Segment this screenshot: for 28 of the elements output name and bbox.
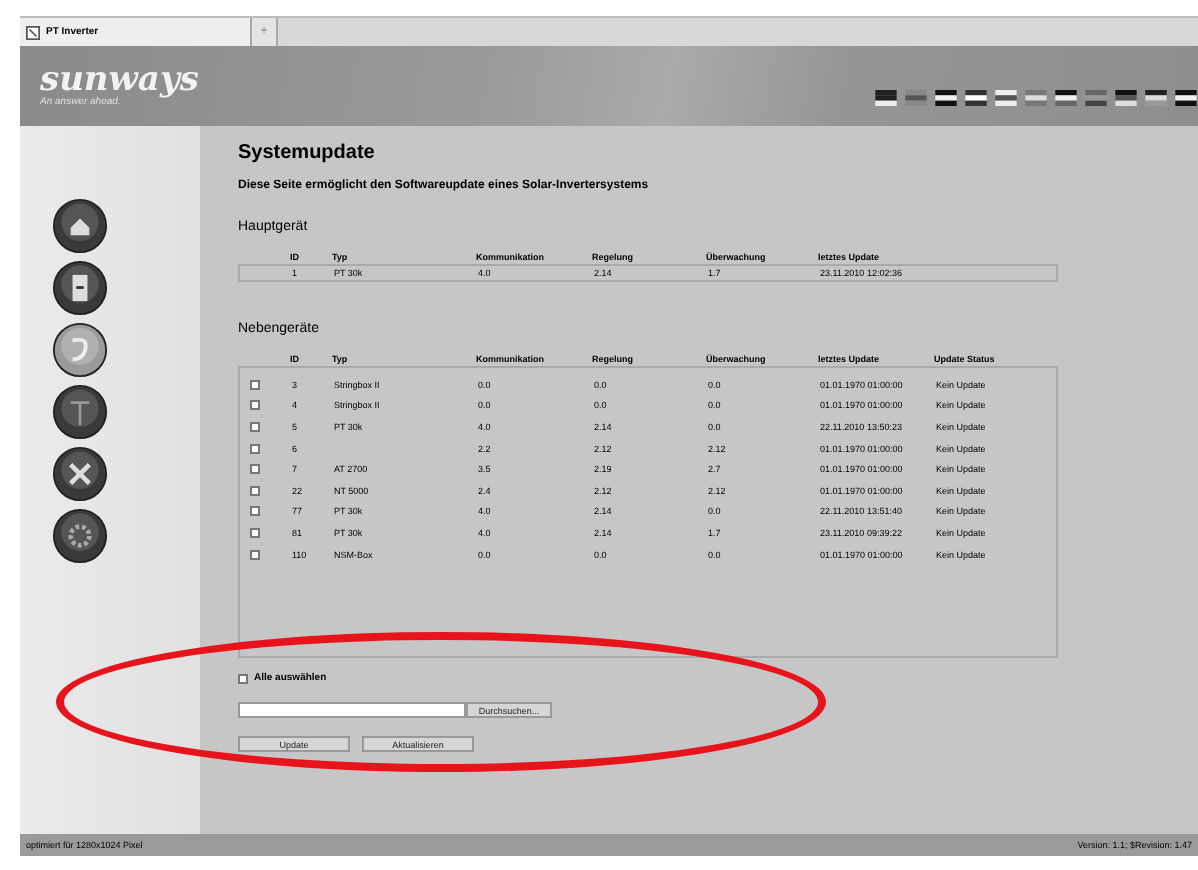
row-checkbox[interactable] xyxy=(250,549,260,560)
flag-icon[interactable] xyxy=(1054,90,1078,106)
nav-house-icon[interactable] xyxy=(52,198,108,254)
nav-cable-icon[interactable] xyxy=(52,322,108,378)
row-checkbox[interactable] xyxy=(250,400,260,411)
flag-icon[interactable] xyxy=(994,90,1018,106)
select-all-checkbox[interactable] xyxy=(238,673,248,683)
row-checkbox[interactable] xyxy=(250,443,260,454)
page-icon xyxy=(26,25,40,39)
logo-text: sunways xyxy=(40,64,199,96)
flag-icon[interactable] xyxy=(874,90,898,106)
file-path-field[interactable] xyxy=(238,702,466,718)
row-checkbox[interactable] xyxy=(250,464,260,475)
row-checkbox[interactable] xyxy=(250,421,260,432)
flag-icon[interactable] xyxy=(964,90,988,106)
row-checkbox[interactable] xyxy=(250,379,260,390)
flag-icon[interactable] xyxy=(1144,90,1168,106)
page-title: Systemupdate xyxy=(238,142,377,168)
row-checkbox[interactable] xyxy=(250,527,260,538)
row-checkbox[interactable] xyxy=(250,485,260,496)
nav-gear-icon[interactable] xyxy=(52,508,108,564)
flag-icon[interactable] xyxy=(1174,90,1198,106)
nav-device-icon[interactable] xyxy=(52,260,108,316)
flag-icon[interactable] xyxy=(934,90,958,106)
nav-tools-icon[interactable] xyxy=(52,446,108,502)
row-checkbox[interactable] xyxy=(250,506,260,517)
nav-pole-icon[interactable] xyxy=(52,384,108,440)
flag-icon[interactable] xyxy=(1114,90,1138,106)
